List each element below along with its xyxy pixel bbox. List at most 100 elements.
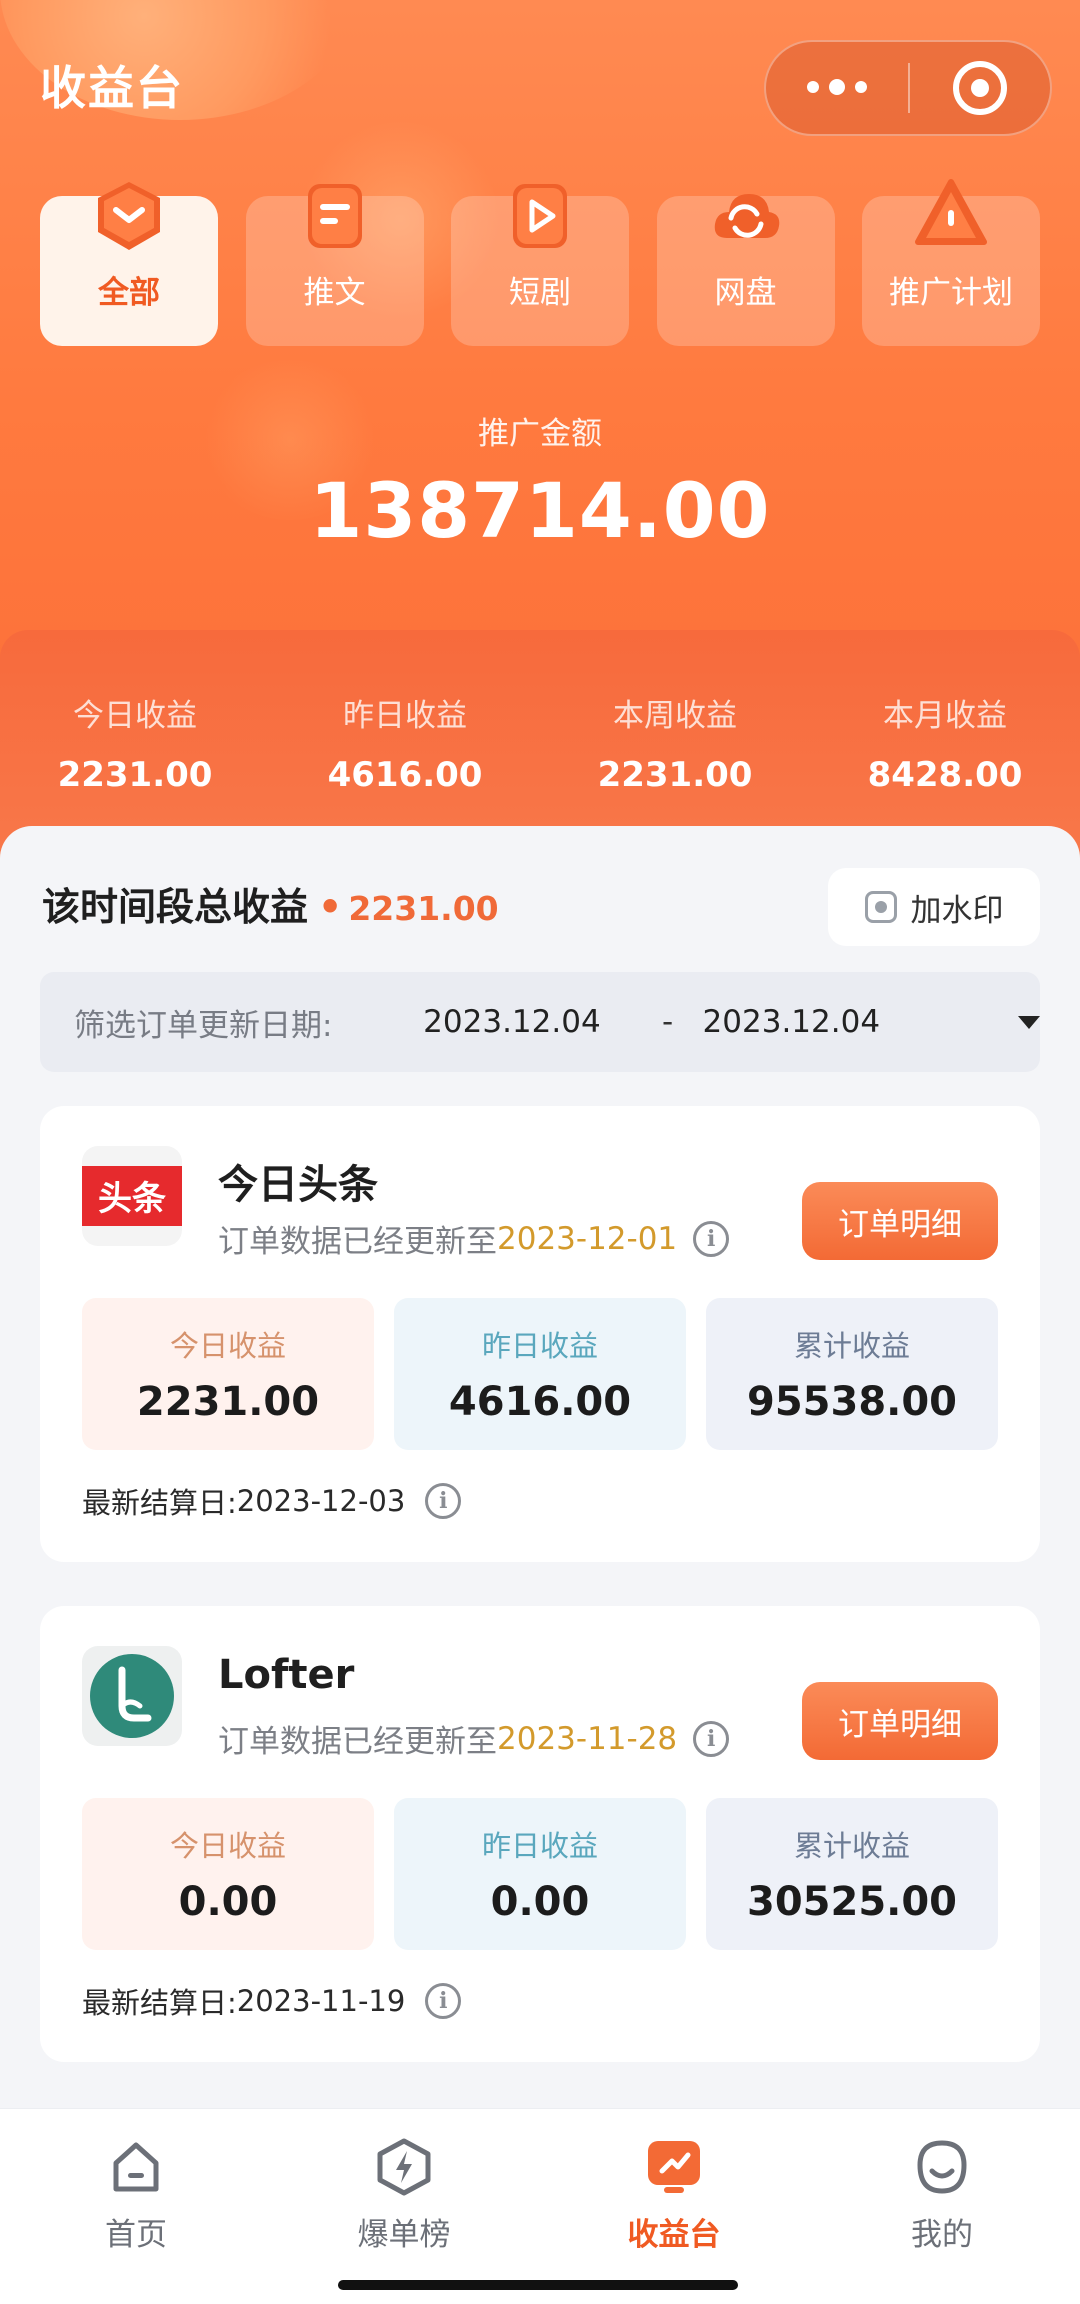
earnings-week: 本周收益 2231.00 — [540, 690, 810, 795]
earnings-month: 本月收益 8428.00 — [810, 690, 1080, 795]
stat-label: 昨日收益 — [481, 1829, 598, 1863]
platform-stats: 今日收益 2231.00 昨日收益 4616.00 累计收益 95538.00 — [82, 1298, 998, 1450]
earnings-today: 今日收益 2231.00 — [0, 690, 270, 795]
settle-date: 2023-12-03 — [236, 1484, 406, 1518]
info-icon[interactable]: i — [425, 1983, 462, 2019]
category-label: 短剧 — [509, 275, 571, 311]
close-mini-program-button[interactable] — [910, 61, 1050, 115]
date-filter[interactable]: 筛选订单更新日期: 2023.12.04 - 2023.12.04 — [40, 972, 1040, 1072]
promo-amount-label: 推广金额 — [478, 416, 602, 452]
stat-total: 累计收益 95538.00 — [706, 1298, 998, 1450]
category-label: 推文 — [303, 275, 366, 311]
toutiao-logo: 头条 — [82, 1146, 182, 1246]
date-separator: - — [662, 1004, 674, 1040]
lightning-badge-icon — [377, 2138, 431, 2196]
category-tab-article[interactable]: 推文 — [245, 184, 424, 346]
earnings-value: 2231.00 — [597, 755, 753, 795]
stat-value: 95538.00 — [746, 1379, 958, 1425]
category-label: 全部 — [98, 275, 160, 311]
earnings-label: 昨日收益 — [343, 698, 467, 734]
bottom-tab-bar: 首页 爆单榜 收益台 我的 — [0, 2108, 1080, 2304]
add-watermark-button[interactable]: 加水印 — [828, 868, 1040, 946]
info-icon[interactable]: i — [425, 1483, 462, 1519]
all-chevron-icon — [98, 182, 160, 250]
stat-today: 今日收益 0.00 — [82, 1798, 374, 1950]
category-tab-plan[interactable]: 推广计划 — [862, 179, 1040, 346]
update-prefix: 订单数据已经更新至 — [218, 1224, 497, 1260]
category-label: 推广计划 — [889, 275, 1013, 311]
more-menu-icon[interactable] — [766, 79, 908, 95]
stat-value: 2231.00 — [136, 1379, 320, 1425]
earnings-value: 8428.00 — [867, 755, 1023, 795]
earnings-value: 4616.00 — [327, 755, 483, 795]
update-status: 订单数据已经更新至 2023-12-01 i — [218, 1216, 730, 1261]
stat-value: 0.00 — [490, 1879, 590, 1925]
tab-home[interactable]: 首页 — [36, 2135, 236, 2254]
earnings-yesterday: 昨日收益 4616.00 — [270, 690, 540, 795]
stat-yesterday: 昨日收益 4616.00 — [394, 1298, 686, 1450]
home-indicator[interactable] — [338, 2280, 738, 2290]
warning-triangle-icon — [915, 179, 987, 245]
stat-label: 昨日收益 — [481, 1329, 598, 1363]
platform-card-lofter: Lofter 订单数据已经更新至 2023-11-28 i 订单明细 今日收益 0… — [40, 1606, 1040, 2062]
platform-name: Lofter — [218, 1652, 355, 1698]
stat-value: 30525.00 — [746, 1879, 958, 1925]
stat-value: 4616.00 — [448, 1379, 632, 1425]
stat-label: 累计收益 — [793, 1329, 910, 1363]
date-filter-label: 筛选订单更新日期: — [74, 1007, 333, 1044]
tab-earnings[interactable]: 收益台 — [574, 2135, 774, 2254]
app-title-text: 收益台 — [40, 61, 184, 115]
category-tabs: 全部 推文 短剧 网盘 推广计划 — [40, 179, 1040, 348]
earnings-chart-icon — [648, 2141, 700, 2193]
article-icon — [307, 184, 362, 248]
end-date[interactable]: 2023.12.04 — [703, 1004, 932, 1040]
platform-stats: 今日收益 0.00 昨日收益 0.00 累计收益 30525.00 — [82, 1798, 998, 1950]
category-tab-drama[interactable]: 短剧 — [451, 184, 629, 346]
period-total-amount: 2231.00 — [348, 889, 499, 928]
tab-label: 爆单榜 — [357, 2217, 451, 2253]
separator-dot: • — [318, 885, 343, 929]
tab-label: 首页 — [105, 2217, 167, 2253]
earnings-label: 今日收益 — [73, 698, 197, 734]
category-tab-all[interactable]: 全部 — [40, 182, 218, 346]
stat-value: 0.00 — [178, 1879, 278, 1925]
earnings-label: 本周收益 — [613, 698, 737, 734]
cloud-sync-icon — [714, 194, 779, 238]
info-icon[interactable]: i — [693, 1220, 730, 1257]
update-date: 2023-11-28 — [497, 1720, 678, 1757]
watermark-icon — [864, 891, 897, 923]
stat-label: 累计收益 — [793, 1829, 910, 1863]
tab-label: 我的 — [911, 2217, 973, 2253]
info-icon[interactable]: i — [693, 1720, 730, 1757]
home-icon — [113, 2142, 159, 2192]
svg-text:头条: 头条 — [98, 1179, 166, 1219]
update-date: 2023-12-01 — [497, 1220, 678, 1257]
order-detail-button[interactable]: 订单明细 — [802, 1682, 998, 1760]
start-date[interactable]: 2023.12.04 — [423, 1004, 633, 1040]
mini-program-capsule — [764, 40, 1052, 136]
smiley-profile-icon — [917, 2140, 967, 2194]
latest-settlement: 最新结算日: 2023-12-03 i — [82, 1480, 462, 1522]
category-tab-netdisk[interactable]: 网盘 — [656, 194, 835, 346]
play-icon — [513, 184, 567, 248]
update-prefix: 订单数据已经更新至 — [218, 1724, 497, 1760]
tab-mine[interactable]: 我的 — [842, 2135, 1042, 2254]
earnings-label: 本月收益 — [883, 698, 1007, 734]
platform-name: 今日头条 — [218, 1162, 378, 1208]
stat-label: 今日收益 — [169, 1329, 286, 1363]
watermark-label: 加水印 — [910, 892, 1004, 929]
tab-hot-list[interactable]: 爆单榜 — [304, 2135, 504, 2254]
tab-label: 收益台 — [627, 2217, 721, 2253]
stat-label: 今日收益 — [169, 1829, 286, 1863]
order-detail-button[interactable]: 订单明细 — [802, 1182, 998, 1260]
dropdown-caret-icon[interactable] — [1018, 1015, 1040, 1029]
app-title: 收益台 — [40, 52, 184, 118]
settle-date: 2023-11-19 — [236, 1984, 406, 2018]
settle-label: 最新结算日: — [82, 1486, 237, 1520]
latest-settlement: 最新结算日: 2023-11-19 i — [82, 1980, 462, 2022]
platform-card-toutiao: 头条 今日头条 订单数据已经更新至 2023-12-01 i 订单明细 今日收益 … — [40, 1106, 1040, 1562]
stat-today: 今日收益 2231.00 — [82, 1298, 374, 1450]
category-label: 网盘 — [714, 275, 777, 311]
lofter-logo-icon — [90, 1654, 174, 1738]
period-total-title: 该时间段总收益 • 2231.00 — [42, 876, 499, 931]
